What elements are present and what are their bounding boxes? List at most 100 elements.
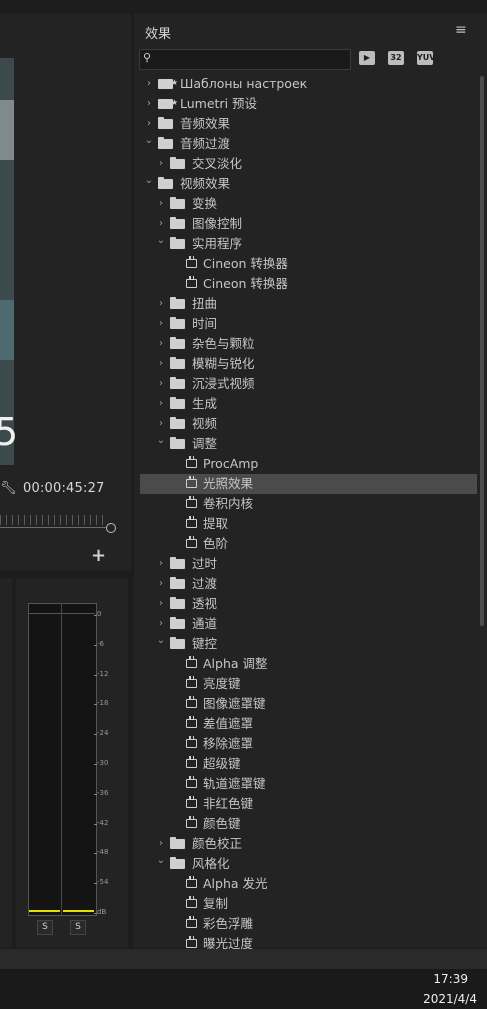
wrench-icon[interactable]: 🔧︎	[0, 481, 17, 496]
effect-item[interactable]: 图像遮罩键	[134, 694, 479, 714]
folder-item[interactable]: › Шаблоны настроек	[134, 73, 479, 94]
effect-item[interactable]: Alpha 发光	[134, 874, 479, 894]
effect-icon	[186, 456, 197, 468]
effect-item[interactable]: 提取	[134, 514, 479, 534]
chevron-right-icon[interactable]: ›	[156, 394, 166, 414]
effect-icon	[186, 676, 197, 688]
chevron-right-icon[interactable]: ›	[156, 294, 166, 314]
chevron-right-icon[interactable]: ›	[156, 374, 166, 394]
effect-item[interactable]: 亮度键	[134, 674, 479, 694]
effect-item[interactable]: 移除遮罩	[134, 734, 479, 754]
chevron-right-icon[interactable]: ›	[156, 554, 166, 574]
timeline-ruler[interactable]	[0, 515, 106, 525]
folder-item[interactable]: › 模糊与锐化	[134, 354, 479, 374]
chevron-right-icon[interactable]: ›	[156, 314, 166, 334]
effect-item[interactable]: 超级键	[134, 754, 479, 774]
chevron-down-icon[interactable]: ⌄	[156, 231, 166, 251]
chevron-right-icon[interactable]: ›	[156, 154, 166, 174]
chevron-right-icon[interactable]: ›	[144, 94, 154, 114]
folder-icon	[170, 317, 185, 329]
folder-item[interactable]: › Lumetri 预设	[134, 93, 479, 114]
effect-item[interactable]: 复制	[134, 894, 479, 914]
folder-item[interactable]: › 生成	[134, 394, 479, 414]
item-label: 亮度键	[203, 676, 241, 691]
chevron-right-icon[interactable]: ›	[156, 574, 166, 594]
folder-item[interactable]: › 视频	[134, 414, 479, 434]
folder-item[interactable]: › 杂色与颗粒	[134, 334, 479, 354]
chevron-right-icon[interactable]: ›	[156, 354, 166, 374]
folder-item[interactable]: ⌄ 视频效果	[134, 174, 479, 194]
add-button[interactable]: +	[91, 545, 106, 566]
meter-level-right	[63, 910, 94, 912]
32bit-filter-button[interactable]: 32	[388, 51, 404, 65]
chevron-right-icon[interactable]: ›	[144, 74, 154, 94]
folder-item[interactable]: › 扭曲	[134, 294, 479, 314]
accelerated-effects-icon[interactable]: ▶	[359, 51, 375, 65]
clock-time[interactable]: 17:39	[433, 972, 468, 986]
effect-item[interactable]: 非红色键	[134, 794, 479, 814]
item-label: 扭曲	[192, 296, 218, 311]
effect-item[interactable]: 颜色键	[134, 814, 479, 834]
yuv-filter-button[interactable]: YUV	[417, 51, 435, 65]
folder-item[interactable]: ⌄ 风格化	[134, 854, 479, 874]
item-label: 色阶	[203, 536, 229, 551]
chevron-right-icon[interactable]: ›	[156, 594, 166, 614]
clock-date[interactable]: 2021/4/4	[423, 992, 477, 1006]
meter-tick-label: -54	[93, 878, 109, 887]
folder-item[interactable]: ⌄ 调整	[134, 434, 479, 454]
chevron-down-icon[interactable]: ⌄	[156, 431, 166, 451]
effect-item[interactable]: 差值遮罩	[134, 714, 479, 734]
chevron-down-icon[interactable]: ⌄	[144, 131, 154, 151]
folder-item[interactable]: ⌄ 音频过渡	[134, 134, 479, 154]
taskbar	[0, 969, 487, 1009]
search-icon: ⚲	[143, 51, 152, 64]
item-label: 轨道遮罩键	[203, 776, 266, 791]
folder-item[interactable]: › 变换	[134, 194, 479, 214]
search-input[interactable]	[139, 49, 351, 70]
solo-right-button[interactable]: S	[70, 920, 86, 935]
effect-item[interactable]: ProcAmp	[134, 454, 479, 474]
panel-menu-icon[interactable]: ≡	[455, 22, 467, 38]
zoom-handle[interactable]	[106, 523, 116, 533]
effect-item[interactable]: 光照效果	[140, 474, 477, 494]
scrollbar[interactable]	[480, 76, 484, 626]
folder-item[interactable]: › 过渡	[134, 574, 479, 594]
folder-item[interactable]: › 图像控制	[134, 214, 479, 234]
folder-item[interactable]: ⌄ 实用程序	[134, 234, 479, 254]
folder-item[interactable]: › 沉浸式视频	[134, 374, 479, 394]
folder-icon	[170, 417, 185, 429]
timeline-track[interactable]	[0, 527, 106, 528]
folder-item[interactable]: › 过时	[134, 554, 479, 574]
folder-item[interactable]: › 交叉淡化	[134, 154, 479, 174]
effect-item[interactable]: Alpha 调整	[134, 654, 479, 674]
item-label: 移除遮罩	[203, 736, 254, 751]
meter-tick-label: -6	[94, 639, 104, 648]
chevron-right-icon[interactable]: ›	[156, 334, 166, 354]
chevron-down-icon[interactable]: ⌄	[144, 171, 154, 191]
effect-item[interactable]: Cineon 转换器	[134, 254, 479, 274]
panel-title[interactable]: 效果	[145, 23, 171, 42]
folder-icon	[170, 617, 185, 629]
effect-item[interactable]: Cineon 转换器	[134, 274, 479, 294]
item-label: 音频过渡	[180, 136, 231, 151]
folder-item[interactable]: › 时间	[134, 314, 479, 334]
item-label: Cineon 转换器	[203, 276, 288, 291]
effect-item[interactable]: 色阶	[134, 534, 479, 554]
folder-item[interactable]: › 通道	[134, 614, 479, 634]
folder-item[interactable]: › 音频效果	[134, 114, 479, 134]
chevron-down-icon[interactable]: ⌄	[156, 631, 166, 651]
playhead-timecode[interactable]: 00:00:45:27	[23, 481, 105, 496]
folder-item[interactable]: › 透视	[134, 594, 479, 614]
item-label: 时间	[192, 316, 218, 331]
effect-item[interactable]: 卷积内核	[134, 494, 479, 514]
effect-item[interactable]: 轨道遮罩键	[134, 774, 479, 794]
effect-item[interactable]: 彩色浮雕	[134, 914, 479, 934]
solo-left-button[interactable]: S	[37, 920, 53, 935]
item-label: 模糊与锐化	[192, 356, 255, 371]
chevron-right-icon[interactable]: ›	[156, 194, 166, 214]
chevron-down-icon[interactable]: ⌄	[156, 851, 166, 871]
effect-icon	[186, 536, 197, 548]
folder-item[interactable]: ⌄ 键控	[134, 634, 479, 654]
folder-icon	[170, 597, 185, 609]
folder-item[interactable]: › 颜色校正	[134, 834, 479, 854]
